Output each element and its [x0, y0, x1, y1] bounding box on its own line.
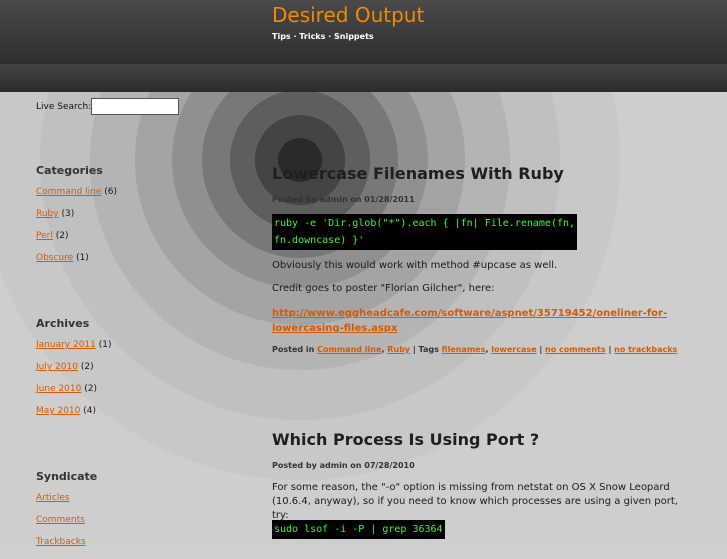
code-line: fn.downcase) }': [274, 235, 365, 246]
footer-label: Posted in: [272, 345, 315, 354]
category-link[interactable]: Obscure: [36, 253, 73, 263]
item-count: (2): [80, 362, 94, 372]
list-item: Command line (6): [36, 187, 117, 209]
feed-link-articles[interactable]: Articles: [36, 493, 70, 503]
footer-separator: ,: [381, 345, 385, 354]
syndicate-heading: Syndicate: [36, 470, 98, 483]
item-count: (3): [61, 209, 75, 219]
post-footer: Posted in Command line, Ruby | Tags file…: [272, 345, 677, 354]
item-count: (1): [98, 340, 112, 350]
syndicate-list: Articles Comments Trackbacks: [36, 493, 86, 559]
comments-link[interactable]: no comments: [545, 345, 606, 354]
list-item: January 2011 (1): [36, 340, 112, 362]
search-input[interactable]: [91, 98, 180, 115]
feed-link-trackbacks[interactable]: Trackbacks: [36, 537, 86, 547]
feed-link-comments[interactable]: Comments: [36, 515, 85, 525]
tag-link[interactable]: lowercase: [491, 345, 536, 354]
code-block: ruby -e 'Dir.glob("*").each { |fn| File.…: [272, 214, 578, 250]
list-item: June 2010 (2): [36, 384, 112, 406]
list-item: Articles: [36, 493, 86, 515]
site-header: Desired Output Tips · Tricks · Snippets: [0, 0, 727, 92]
archives-list: January 2011 (1) July 2010 (2) June 2010…: [36, 340, 112, 428]
category-link[interactable]: Command line: [36, 187, 101, 197]
post-paragraph: Obviously this would work with method #u…: [272, 260, 558, 271]
category-link[interactable]: Ruby: [36, 209, 59, 219]
post-paragraph: For some reason, the "-o" option is miss…: [272, 481, 692, 523]
post-title[interactable]: Which Process Is Using Port ?: [272, 430, 539, 449]
post-paragraph: Credit goes to poster "Florian Gilcher",…: [272, 283, 495, 294]
list-item: Perl (2): [36, 231, 117, 253]
item-count: (4): [83, 406, 96, 416]
list-item: Comments: [36, 515, 86, 537]
site-tagline: Tips · Tricks · Snippets: [272, 32, 374, 41]
archives-heading: Archives: [36, 317, 90, 330]
item-count: (2): [55, 231, 69, 241]
live-search: Live Search:: [36, 98, 180, 115]
post-meta: Posted by admin on 07/28/2010: [272, 461, 415, 470]
code-line: sudo lsof -i -P | grep 36364: [274, 524, 443, 535]
tag-link[interactable]: filenames: [442, 345, 486, 354]
link-text: http://www.eggheadcafe.com/software/aspn…: [272, 308, 668, 319]
site-title[interactable]: Desired Output: [272, 3, 424, 27]
list-item: Trackbacks: [36, 537, 86, 559]
code-line: ruby -e 'Dir.glob("*").each { |fn| File.…: [274, 218, 576, 229]
category-link[interactable]: Ruby: [387, 345, 410, 354]
footer-separator: |: [539, 345, 543, 354]
item-count: (6): [104, 187, 117, 197]
header-band: [0, 64, 727, 92]
category-link[interactable]: Command line: [317, 345, 381, 354]
archive-link[interactable]: January 2011: [36, 340, 96, 350]
code-block: sudo lsof -i -P | grep 36364: [272, 520, 445, 539]
footer-separator: ,: [485, 345, 489, 354]
paragraph-line: For some reason, the "-o" option is miss…: [272, 482, 670, 493]
list-item: May 2010 (4): [36, 406, 112, 428]
item-count: (1): [76, 253, 89, 263]
trackbacks-link[interactable]: no trackbacks: [614, 345, 677, 354]
post-meta: Posted by admin on 01/28/2011: [272, 195, 415, 204]
categories-heading: Categories: [36, 164, 103, 177]
search-label: Live Search:: [36, 101, 92, 112]
category-link[interactable]: Perl: [36, 231, 53, 241]
paragraph-line: (10.6.4, anyway), so if you need to know…: [272, 496, 678, 521]
archive-link[interactable]: July 2010: [36, 362, 78, 372]
list-item: Obscure (1): [36, 253, 117, 275]
post-link-block: http://www.eggheadcafe.com/software/aspn…: [272, 306, 667, 336]
archive-link[interactable]: May 2010: [36, 406, 80, 416]
item-count: (2): [84, 384, 97, 394]
source-link[interactable]: http://www.eggheadcafe.com/software/aspn…: [272, 308, 667, 334]
archive-link[interactable]: June 2010: [36, 384, 81, 394]
footer-separator: |: [608, 345, 612, 354]
link-text: lowercasing-files.aspx: [272, 323, 398, 334]
categories-list: Command line (6) Ruby (3) Perl (2) Obscu…: [36, 187, 117, 275]
list-item: Ruby (3): [36, 209, 117, 231]
list-item: July 2010 (2): [36, 362, 112, 384]
footer-label: | Tags: [412, 345, 439, 354]
post-title[interactable]: Lowercase Filenames With Ruby: [272, 164, 564, 183]
